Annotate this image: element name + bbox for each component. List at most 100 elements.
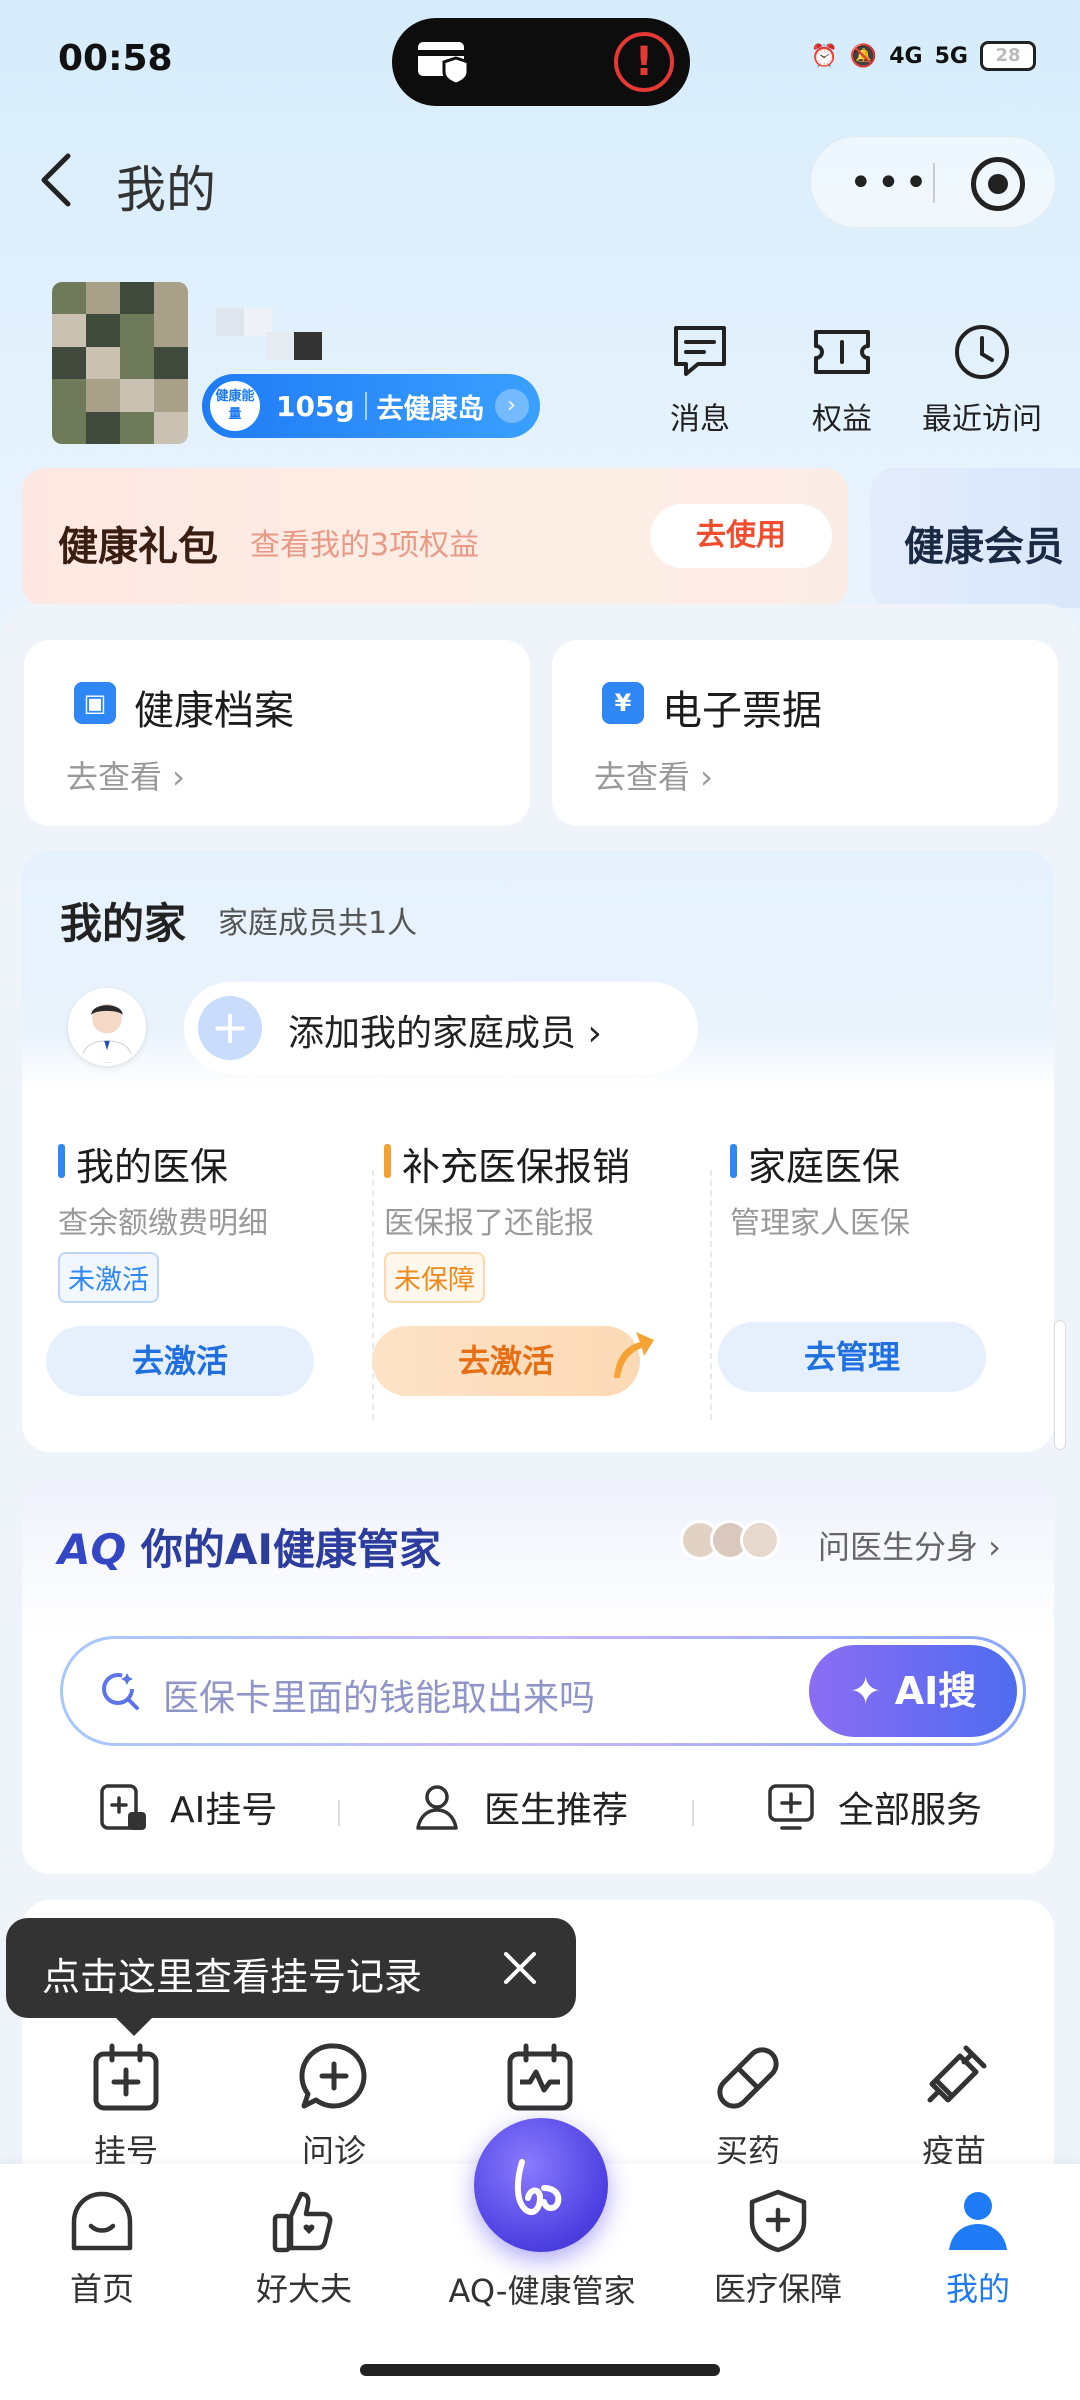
quick-link-label: 权益: [812, 402, 872, 437]
health-record-card[interactable]: ▣ 健康档案 去查看 ›: [24, 640, 530, 826]
all-services-icon: [768, 1784, 814, 1830]
activate-supplement-button[interactable]: 去激活: [372, 1326, 640, 1396]
quick-link-message[interactable]: 消息: [630, 320, 770, 438]
card-shield-icon: [418, 42, 470, 86]
dynamic-island: !: [392, 18, 690, 106]
doctor-avatars: [680, 1520, 780, 1560]
card-title: 电子票据: [662, 688, 822, 734]
tab-label: 好大夫: [255, 2270, 352, 2308]
scrollbar[interactable]: [1054, 1320, 1066, 1450]
ai-register-icon: [100, 1784, 146, 1830]
status-time: 00:58: [58, 38, 173, 79]
avatar[interactable]: [52, 282, 188, 444]
insurance-subtitle: 医保报了还能报: [384, 1206, 594, 1241]
thumbs-heart-icon: [272, 2191, 333, 2253]
alert-icon: !: [614, 32, 674, 92]
ai-register-shortcut[interactable]: AI挂号: [96, 1780, 277, 1834]
service-label: 医生推荐: [484, 1790, 629, 1831]
manage-insurance-button[interactable]: 去管理: [718, 1322, 986, 1392]
status-badge: 未激活: [58, 1252, 159, 1303]
mini-program-capsule: •••: [810, 136, 1056, 228]
service-vaccine[interactable]: 疫苗: [884, 2040, 1024, 2172]
benefits-icon: [814, 330, 870, 374]
shield-plus-icon: [749, 2189, 807, 2253]
tab-label: 首页: [69, 2270, 134, 2308]
alarm-icon: ⏰: [810, 43, 838, 69]
family-title: 我的家: [60, 899, 187, 948]
mute-icon: 🔕: [849, 43, 878, 69]
home-indicator: [360, 2364, 720, 2376]
insurance-subtitle: 查余额缴费明细: [58, 1206, 268, 1241]
signal-5g-icon: 5G: [934, 43, 968, 69]
capsule-divider: [933, 163, 935, 203]
energy-badge: 健康能量: [210, 381, 260, 431]
ask-doctor-link[interactable]: 问医生分身 ›: [818, 1522, 1001, 1568]
ai-search-icon: [102, 1673, 139, 1710]
tab-good-doctor[interactable]: 好大夫: [214, 2186, 394, 2310]
service-buy-medicine[interactable]: 买药: [678, 2040, 818, 2172]
family-insurance-column[interactable]: 家庭医保 管理家人医保 去管理: [712, 1126, 1042, 1426]
insurance-title: 我的医保: [58, 1136, 228, 1191]
plus-icon: +: [198, 996, 262, 1060]
nickname-blurred: [216, 308, 326, 360]
consult-chat-icon: [299, 2043, 367, 2109]
system-icons: ⏰ 🔕 4G 5G 28: [810, 36, 1036, 76]
tab-mine[interactable]: 我的: [888, 2186, 1068, 2310]
insurance-title: 家庭医保: [730, 1136, 900, 1191]
message-icon: [674, 326, 726, 376]
tab-medical-insurance[interactable]: 医疗保障: [688, 2186, 868, 2310]
quick-link-recent[interactable]: 最近访问: [912, 320, 1052, 438]
health-member-card[interactable]: 健康会员: [870, 468, 1080, 608]
more-dots-icon[interactable]: •••: [849, 163, 932, 203]
quick-link-benefits[interactable]: 权益: [772, 320, 912, 438]
page-title: 我的: [116, 161, 216, 219]
ai-search-box[interactable]: 医保卡里面的钱能取出来吗 ✦ AI搜: [60, 1636, 1026, 1746]
aq-brand: AQ: [58, 1525, 127, 1574]
e-receipt-icon: ¥: [602, 682, 644, 724]
aq-logo-icon: [514, 2159, 562, 2216]
back-arrow-icon[interactable]: [36, 150, 76, 210]
health-record-icon: ▣: [74, 682, 116, 724]
home-smile-icon: [71, 2191, 133, 2251]
energy-divider: [364, 392, 367, 420]
use-gift-button[interactable]: 去使用: [650, 504, 832, 568]
e-receipt-card[interactable]: ¥ 电子票据 去查看 ›: [552, 640, 1058, 826]
divider: [338, 1800, 340, 1826]
register-calendar-icon: [93, 2043, 159, 2111]
mini-program-close-icon[interactable]: [971, 157, 1025, 211]
doctor-recommend-shortcut[interactable]: 医生推荐: [410, 1780, 628, 1834]
health-gift-card[interactable]: 健康礼包 查看我的3项权益 去使用: [22, 468, 848, 608]
ai-search-button[interactable]: ✦ AI搜: [809, 1645, 1017, 1737]
signal-4g-icon: 4G: [889, 43, 923, 69]
all-services-shortcut[interactable]: 全部服务: [764, 1780, 982, 1834]
member-title: 健康会员: [904, 524, 1064, 570]
card-title: 健康档案: [134, 688, 294, 734]
checkup-calendar-icon: [507, 2043, 573, 2111]
tab-label: 我的: [945, 2270, 1010, 2308]
ai-health-manager-card: AQ 你的AI健康管家 问医生分身 › 医保卡里面的钱能取出来吗 ✦ AI搜 A…: [22, 1478, 1054, 1874]
close-icon[interactable]: [492, 1940, 548, 1996]
quick-link-label: 最近访问: [922, 402, 1042, 437]
supplementary-insurance-column[interactable]: 补充医保报销 医保报了还能报 未保障 去激活: [366, 1126, 696, 1426]
arrow-up-icon: [614, 1332, 654, 1378]
family-member-avatar[interactable]: [68, 988, 146, 1066]
chevron-right-icon: ›: [494, 389, 529, 423]
gift-title: 健康礼包: [58, 524, 218, 570]
aq-health-manager-button[interactable]: [474, 2118, 608, 2252]
add-family-member-button[interactable]: + 添加我的家庭成员 ›: [184, 982, 698, 1074]
my-insurance-column[interactable]: 我的医保 查余额缴费明细 未激活 去激活: [40, 1126, 370, 1426]
service-checkup[interactable]: [470, 2040, 610, 2126]
service-register[interactable]: 挂号: [56, 2040, 196, 2172]
person-icon: [949, 2192, 1007, 2250]
tab-home[interactable]: 首页: [12, 2186, 192, 2310]
search-input[interactable]: 医保卡里面的钱能取出来吗: [163, 1669, 595, 1721]
activate-insurance-button[interactable]: 去激活: [46, 1326, 314, 1396]
health-energy-pill[interactable]: 健康能量 105g 去健康岛 ›: [202, 374, 540, 438]
service-consult[interactable]: 问诊: [264, 2040, 404, 2172]
card-link: 去查看 ›: [594, 758, 713, 796]
pill-icon: [717, 2047, 779, 2109]
status-badge: 未保障: [384, 1252, 485, 1303]
tab-label: AQ-健康管家: [448, 2272, 636, 2310]
service-label: AI挂号: [170, 1790, 278, 1831]
add-family-label: 添加我的家庭成员 ›: [288, 1013, 602, 1054]
